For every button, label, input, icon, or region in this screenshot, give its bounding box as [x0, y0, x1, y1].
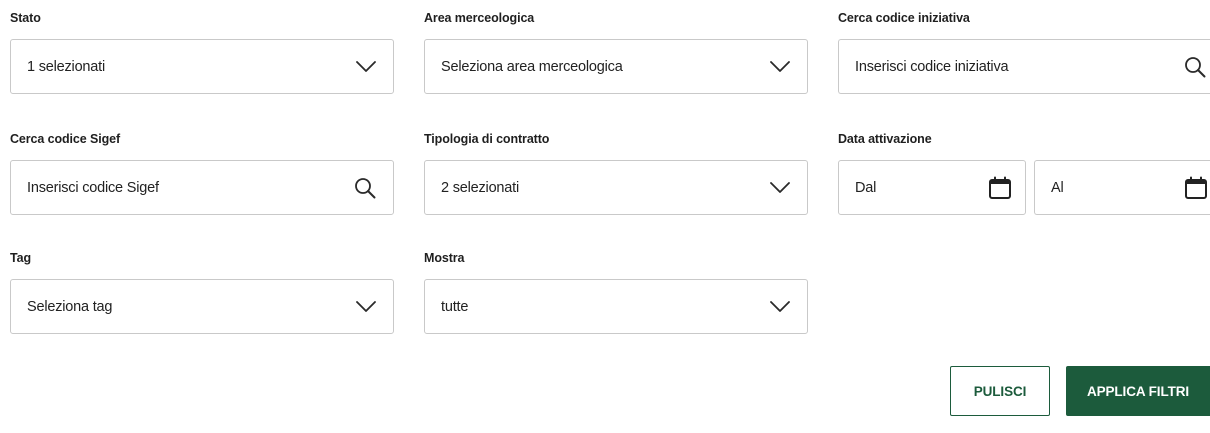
- tag-select[interactable]: Seleziona tag: [10, 279, 394, 334]
- tipologia-contratto-select-value: 2 selezionati: [441, 180, 520, 196]
- codice-iniziativa-placeholder: Inserisci codice iniziativa: [855, 59, 1009, 75]
- tag-label: Tag: [10, 251, 31, 265]
- mostra-select-value: tutte: [441, 299, 469, 315]
- calendar-icon[interactable]: [1184, 176, 1208, 200]
- search-icon[interactable]: [1184, 56, 1206, 78]
- data-dal-input[interactable]: Dal: [838, 160, 1026, 215]
- data-al-placeholder: Al: [1051, 180, 1064, 196]
- apply-filters-button[interactable]: APPLICA FILTRI: [1066, 366, 1210, 416]
- stato-select[interactable]: 1 selezionati: [10, 39, 394, 94]
- area-merceologica-select[interactable]: Seleziona area merceologica: [424, 39, 808, 94]
- area-merceologica-select-value: Seleziona area merceologica: [441, 59, 623, 75]
- area-merceologica-label: Area merceologica: [424, 11, 535, 25]
- stato-select-value: 1 selezionati: [27, 59, 106, 75]
- calendar-icon[interactable]: [988, 176, 1012, 200]
- clear-button[interactable]: PULISCI: [950, 366, 1050, 416]
- chevron-down-icon: [356, 300, 376, 312]
- data-al-input[interactable]: Al: [1034, 160, 1210, 215]
- data-attivazione-label: Data attivazione: [838, 132, 932, 146]
- codice-sigef-input[interactable]: Inserisci codice Sigef: [10, 160, 394, 215]
- chevron-down-icon: [770, 60, 790, 72]
- mostra-label: Mostra: [424, 251, 465, 265]
- tag-select-value: Seleziona tag: [27, 299, 113, 315]
- chevron-down-icon: [770, 181, 790, 193]
- tipologia-contratto-select[interactable]: 2 selezionati: [424, 160, 808, 215]
- codice-sigef-placeholder: Inserisci codice Sigef: [27, 180, 159, 196]
- search-icon[interactable]: [354, 177, 376, 199]
- mostra-select[interactable]: tutte: [424, 279, 808, 334]
- tipologia-contratto-label: Tipologia di contratto: [424, 132, 550, 146]
- codice-iniziativa-input[interactable]: Inserisci codice iniziativa: [838, 39, 1210, 94]
- stato-label: Stato: [10, 11, 41, 25]
- data-dal-placeholder: Dal: [855, 180, 877, 196]
- chevron-down-icon: [356, 60, 376, 72]
- chevron-down-icon: [770, 300, 790, 312]
- codice-iniziativa-label: Cerca codice iniziativa: [838, 11, 970, 25]
- codice-sigef-label: Cerca codice Sigef: [10, 132, 121, 146]
